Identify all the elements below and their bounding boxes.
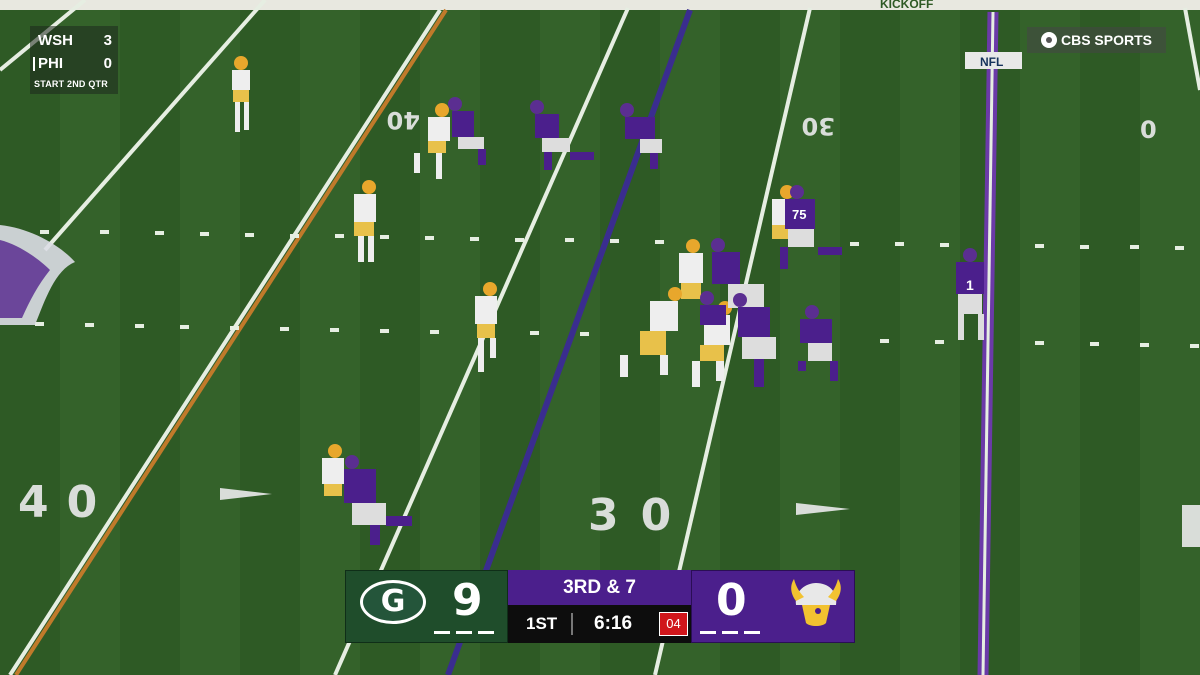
- packers-logo: G: [360, 580, 426, 624]
- kickoff-banner-text: KICKOFF: [880, 0, 933, 11]
- yard-number-40: 40: [18, 477, 115, 528]
- field-top-banner: [0, 0, 1200, 10]
- vikings-logo-icon: [791, 579, 841, 626]
- cbs-eye-icon: [1040, 32, 1057, 48]
- ticker-team-2: PHI: [38, 55, 64, 72]
- ticker-score-1: 3: [103, 32, 112, 49]
- home-timeouts: [434, 631, 494, 634]
- jersey-number-75: 75: [792, 207, 806, 222]
- yard-number-fragment-right: [1182, 505, 1200, 547]
- yard-number-top-30: 30: [802, 112, 835, 140]
- down-and-distance: 3RD & 7: [508, 570, 691, 605]
- home-team-panel: G 9: [345, 570, 508, 643]
- ticker-game-state: START 2ND QTR: [34, 79, 108, 89]
- network-label: CBS SPORTS: [1060, 32, 1152, 48]
- yard-number-top-fragment: 0: [1140, 116, 1157, 144]
- game-situation-panel: 3RD & 7 1ST 6:16 04: [508, 570, 691, 643]
- ticker-row-1: WSH 3: [38, 32, 112, 49]
- clock-row: 1ST 6:16 04: [508, 605, 691, 643]
- possession-indicator: [33, 57, 35, 71]
- play-clock: 04: [659, 612, 688, 636]
- quarter: 1ST: [526, 614, 558, 633]
- yard-number-30: 30: [588, 490, 693, 541]
- packers-g-icon: G: [380, 584, 406, 619]
- scorebug: G 9 3RD & 7 1ST 6:16 04 0: [345, 570, 855, 643]
- score-ticker: WSH 3 PHI 0 START 2ND QTR: [30, 26, 118, 94]
- nfl-shield-text: NFL: [980, 55, 1003, 69]
- away-score: 0: [716, 575, 747, 626]
- home-score: 9: [452, 575, 483, 626]
- clock-divider: [571, 613, 573, 635]
- away-team-panel: 0: [691, 570, 855, 643]
- yard-number-top-40: 40: [387, 106, 420, 134]
- network-logo: CBS SPORTS: [1027, 27, 1166, 53]
- away-timeouts: [700, 631, 760, 634]
- game-clock: 6:16: [594, 613, 633, 634]
- ticker-row-2: PHI 0: [33, 55, 112, 72]
- ticker-team-1: WSH: [38, 32, 73, 49]
- jersey-number-1: 1: [966, 277, 974, 293]
- ticker-score-2: 0: [103, 55, 112, 72]
